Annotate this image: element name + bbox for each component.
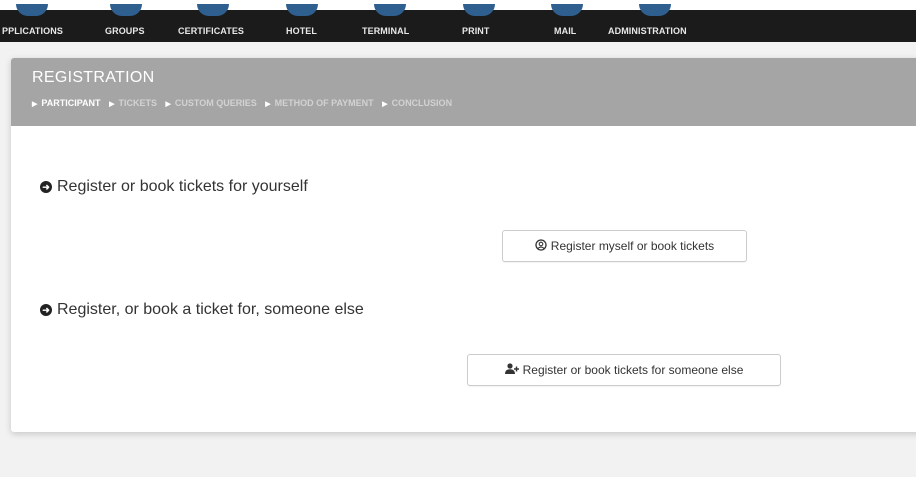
nav-label-hotel: HOTEL bbox=[286, 26, 317, 36]
registration-steps: ▶ PARTICIPANT ▶ TICKETS ▶ CUSTOM QUERIES ▶ M… bbox=[32, 98, 458, 108]
user-circle-icon bbox=[535, 238, 547, 254]
caret-right-icon: ▶ bbox=[265, 101, 271, 108]
applications-icon bbox=[16, 4, 48, 16]
nav-label-terminal: TERMINAL bbox=[362, 26, 410, 36]
step-label: CONCLUSION bbox=[391, 98, 453, 108]
register-myself-label: Register myself or book tickets bbox=[550, 239, 715, 253]
register-myself-button[interactable]: Register myself or book tickets bbox=[502, 230, 747, 262]
step-participant[interactable]: ▶ PARTICIPANT bbox=[32, 98, 101, 108]
step-label: TICKETS bbox=[118, 98, 157, 108]
self-registration-heading: ➜ Register or book tickets for yourself bbox=[40, 178, 308, 196]
caret-right-icon: ▶ bbox=[382, 101, 388, 108]
nav-label-administration: ADMINISTRATION bbox=[608, 26, 687, 36]
nav-label-print: PRINT bbox=[462, 26, 490, 36]
nav-label-mail: MAIL bbox=[554, 26, 577, 36]
circle-arrow-right-icon: ➜ bbox=[40, 181, 52, 193]
register-someone-else-label: Register or book tickets for someone els… bbox=[522, 363, 744, 377]
caret-right-icon: ▶ bbox=[109, 101, 115, 108]
nav-label-applications: PPLICATIONS bbox=[2, 26, 63, 36]
certificates-icon bbox=[197, 4, 229, 16]
nav-item-hotel[interactable]: HOTEL bbox=[280, 0, 330, 42]
nav-item-administration[interactable]: ADMINISTRATION bbox=[605, 0, 705, 42]
step-label: CUSTOM QUERIES bbox=[174, 98, 257, 108]
caret-right-icon: ▶ bbox=[165, 101, 171, 108]
nav-item-print[interactable]: PRINT bbox=[455, 0, 505, 42]
hotel-icon bbox=[286, 4, 318, 16]
nav-item-groups[interactable]: GROUPS bbox=[100, 0, 155, 42]
panel-header: REGISTRATION ▶ PARTICIPANT ▶ TICKETS ▶ CUST… bbox=[11, 58, 916, 126]
other-registration-heading: ➜ Register, or book a ticket for, someone… bbox=[40, 301, 364, 319]
nav-item-mail[interactable]: MAIL bbox=[545, 0, 590, 42]
terminal-icon bbox=[374, 4, 406, 16]
registration-panel: REGISTRATION ▶ PARTICIPANT ▶ TICKETS ▶ CUST… bbox=[11, 58, 916, 432]
step-tickets[interactable]: ▶ TICKETS bbox=[109, 98, 157, 108]
user-plus-icon bbox=[504, 363, 519, 377]
other-heading-text: Register, or book a ticket for, someone … bbox=[57, 301, 364, 318]
step-custom-queries[interactable]: ▶ CUSTOM QUERIES bbox=[166, 98, 257, 108]
mail-icon bbox=[551, 4, 583, 16]
step-label: PARTICIPANT bbox=[41, 98, 101, 108]
register-someone-else-button[interactable]: Register or book tickets for someone els… bbox=[467, 354, 781, 386]
print-icon bbox=[463, 4, 495, 16]
circle-arrow-right-icon: ➜ bbox=[40, 304, 52, 316]
step-method-of-payment[interactable]: ▶ METHOD OF PAYMENT bbox=[265, 98, 373, 108]
groups-icon bbox=[110, 4, 142, 16]
nav-item-applications[interactable]: PPLICATIONS bbox=[0, 0, 80, 42]
step-conclusion[interactable]: ▶ CONCLUSION bbox=[382, 98, 452, 108]
nav-label-certificates: CERTIFICATES bbox=[178, 26, 245, 36]
administration-icon bbox=[639, 4, 671, 16]
top-navigation: PPLICATIONS GROUPS CERTIFICATES HOTEL TE… bbox=[0, 0, 916, 42]
page-title: REGISTRATION bbox=[32, 69, 155, 86]
caret-right-icon: ▶ bbox=[32, 101, 38, 108]
step-label: METHOD OF PAYMENT bbox=[274, 98, 374, 108]
nav-item-certificates[interactable]: CERTIFICATES bbox=[175, 0, 255, 42]
self-heading-text: Register or book tickets for yourself bbox=[57, 178, 308, 195]
nav-label-groups: GROUPS bbox=[105, 26, 145, 36]
nav-item-terminal[interactable]: TERMINAL bbox=[360, 0, 425, 42]
